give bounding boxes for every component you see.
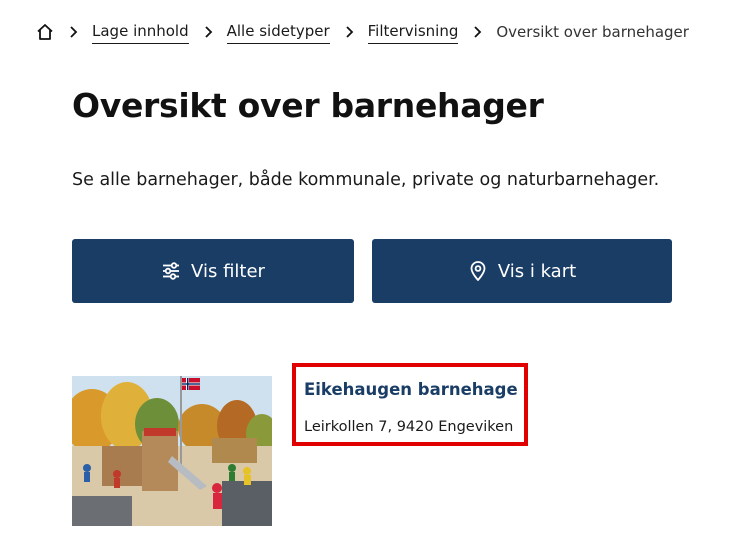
show-map-button[interactable]: Vis i kart [372,239,672,303]
show-map-label: Vis i kart [497,260,577,282]
breadcrumb-link-alle-sidetyper[interactable]: Alle sidetyper [226,21,330,44]
map-pin-icon [468,261,488,281]
breadcrumb-link-filtervisning[interactable]: Filtervisning [367,21,459,44]
home-icon[interactable] [36,23,54,41]
chevron-right-icon [68,26,80,38]
result-title-link[interactable]: Eikehaugen barnehage [304,380,518,399]
playground-photo[interactable] [72,376,272,526]
breadcrumb: Lage innhold Alle sidetyper Filtervisnin… [36,18,689,46]
show-filter-label: Vis filter [191,260,265,282]
page-lead: Se alle barnehager, både kommunale, priv… [72,170,660,190]
show-filter-button[interactable]: Vis filter [72,239,354,303]
result-card: Eikehaugen barnehage Leirkollen 7, 9420 … [292,363,528,446]
chevron-right-icon [344,26,356,38]
result-address: Leirkollen 7, 9420 Engeviken [304,419,514,435]
breadcrumb-link-lage-innhold[interactable]: Lage innhold [92,21,189,44]
chevron-right-icon [203,26,215,38]
chevron-right-icon [472,26,484,38]
breadcrumb-current: Oversikt over barnehager [496,23,689,41]
sliders-icon [161,261,181,281]
page-title: Oversikt over barnehager [72,86,544,125]
